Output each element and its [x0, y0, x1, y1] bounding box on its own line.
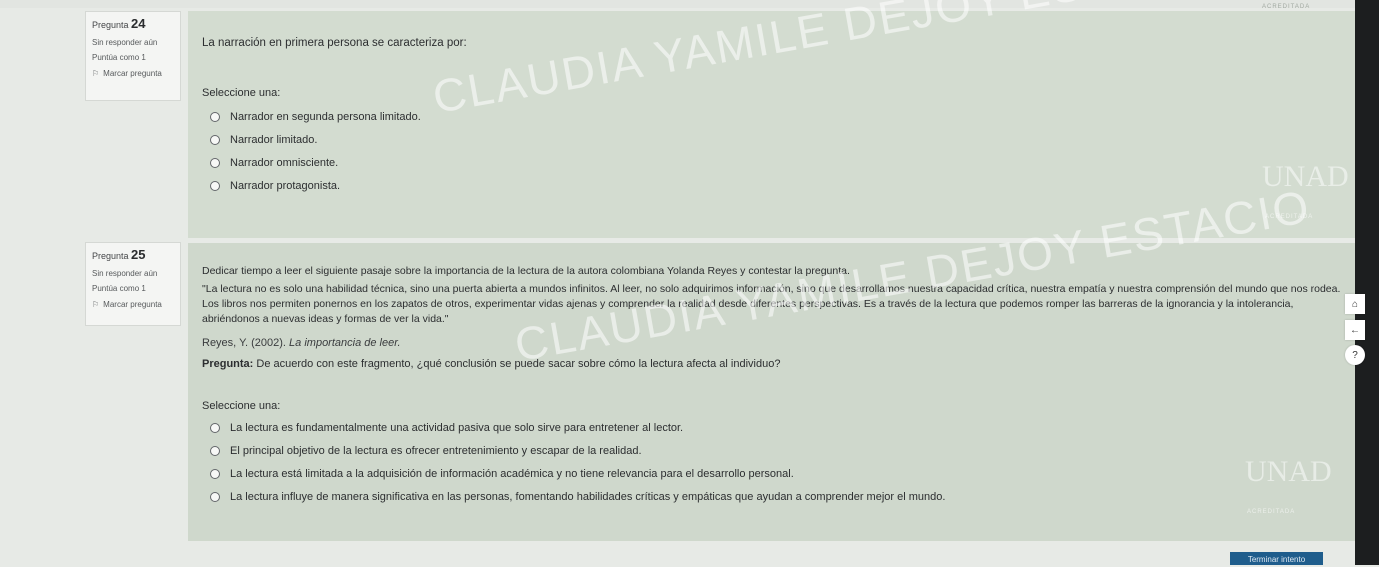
radio-button[interactable]: [210, 111, 220, 122]
radio-button[interactable]: [210, 492, 220, 503]
question-score: Puntúa como 1: [92, 284, 146, 294]
radio-button[interactable]: [210, 134, 220, 145]
answer-options: La lectura es fundamentalmente una activ…: [202, 417, 1343, 509]
question-status: Sin responder aún: [92, 37, 158, 47]
answer-option[interactable]: El principal objetivo de la lectura es o…: [202, 440, 1343, 463]
finish-attempt-button[interactable]: Terminar intento: [1230, 552, 1323, 565]
question-panel-24: La narración en primera persona se carac…: [188, 11, 1357, 238]
question-text: La narración en primera persona se carac…: [202, 37, 467, 49]
radio-button[interactable]: [210, 423, 220, 434]
flag-icon: ⚐: [92, 299, 100, 309]
question-text: Dedicar tiempo a leer el siguiente pasaj…: [202, 265, 850, 277]
answer-option[interactable]: Narrador en segunda persona limitado.: [202, 105, 1343, 128]
answer-option[interactable]: Narrador omnisciente.: [202, 151, 1343, 174]
answer-options: Narrador en segunda persona limitado. Na…: [202, 105, 1343, 197]
radio-button[interactable]: [210, 446, 220, 457]
radio-button[interactable]: [210, 157, 220, 168]
question-number: Pregunta 25: [92, 247, 146, 262]
question-score: Puntúa como 1: [92, 53, 146, 63]
select-one-label: Seleccione una:: [202, 399, 281, 412]
answer-option[interactable]: Narrador limitado.: [202, 128, 1343, 151]
home-button[interactable]: ⌂: [1345, 294, 1365, 314]
question-number: Pregunta 24: [92, 16, 146, 31]
citation: Reyes, Y. (2002). La importancia de leer…: [202, 336, 401, 349]
question-info-24: Pregunta 24 Sin responder aún Puntúa com…: [85, 11, 181, 101]
back-arrow-icon: ←: [1350, 324, 1360, 336]
flag-question-button[interactable]: ⚐ Marcar pregunta: [92, 69, 175, 79]
home-icon: ⌂: [1351, 298, 1359, 310]
answer-option[interactable]: La lectura es fundamentalmente una activ…: [202, 417, 1343, 440]
help-icon: ?: [1352, 349, 1358, 361]
radio-button[interactable]: [210, 469, 220, 480]
flag-label: Marcar pregunta: [103, 299, 162, 309]
top-strip: [0, 0, 1379, 8]
radio-button[interactable]: [210, 180, 220, 191]
flag-icon: ⚐: [92, 68, 100, 78]
question-panel-25: Dedicar tiempo a leer el siguiente pasaj…: [188, 243, 1357, 541]
back-button[interactable]: ←: [1345, 320, 1365, 340]
select-one-label: Seleccione una:: [202, 87, 281, 99]
flag-question-button[interactable]: ⚐ Marcar pregunta: [92, 300, 175, 310]
help-button[interactable]: ?: [1345, 345, 1365, 365]
answer-option[interactable]: La lectura influye de manera significati…: [202, 486, 1343, 509]
right-edge: [1355, 0, 1379, 565]
accreditation-tag: ACREDITADA: [1262, 4, 1311, 10]
flag-label: Marcar pregunta: [103, 68, 162, 78]
question-prompt: Pregunta: De acuerdo con este fragmento,…: [202, 357, 781, 370]
question-status: Sin responder aún: [92, 268, 158, 278]
reading-passage: "La lectura no es solo una habilidad téc…: [202, 283, 1341, 325]
question-info-25: Pregunta 25 Sin responder aún Puntúa com…: [85, 242, 181, 326]
answer-option[interactable]: La lectura está limitada a la adquisició…: [202, 463, 1343, 486]
answer-option[interactable]: Narrador protagonista.: [202, 174, 1343, 197]
